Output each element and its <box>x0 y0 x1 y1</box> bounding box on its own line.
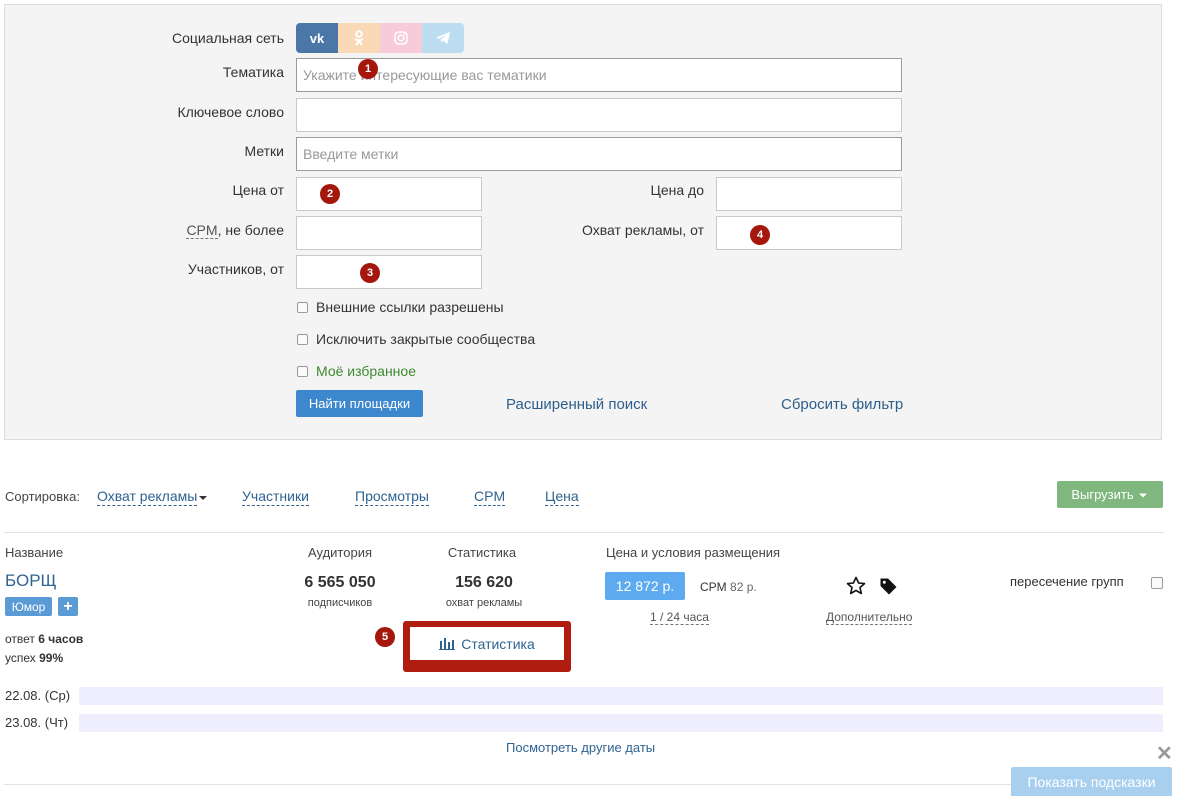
annotation-badge-3: 3 <box>360 263 380 283</box>
plus-icon: + <box>63 597 73 615</box>
favorites-label: Моё избранное <box>316 363 416 379</box>
annotation-badge-4: 4 <box>750 225 770 245</box>
divider <box>4 784 1164 785</box>
topic-input[interactable] <box>296 58 902 92</box>
reach-input[interactable] <box>716 216 902 250</box>
sort-price[interactable]: Цена <box>545 488 579 506</box>
column-price-header: Цена и условия размещения <box>606 545 781 560</box>
cpm-input[interactable] <box>296 216 482 250</box>
telegram-icon <box>436 32 450 44</box>
category-tag[interactable]: Юмор <box>5 597 52 616</box>
add-tag-button[interactable]: + <box>58 597 78 616</box>
social-network-label: Социальная сеть <box>172 30 284 46</box>
annotation-badge-2: 2 <box>320 184 340 204</box>
advanced-search-link[interactable]: Расширенный поиск <box>506 396 647 413</box>
date-timeline-bar <box>79 714 1163 732</box>
more-link[interactable]: Дополнительно <box>826 610 913 625</box>
statistics-button[interactable]: Статистика <box>410 627 564 660</box>
exclude-closed-label: Исключить закрытые сообщества <box>316 331 536 347</box>
find-button[interactable]: Найти площадки <box>296 390 423 417</box>
period-link[interactable]: 1 / 24 часа <box>650 610 709 625</box>
cpm-info: CPM 82 р. <box>700 580 757 594</box>
cpm-value: 82 р. <box>730 580 757 594</box>
exclude-closed-checkbox[interactable] <box>297 334 308 345</box>
instagram-icon <box>394 31 408 45</box>
vk-icon: vk <box>309 30 325 46</box>
show-hints-button[interactable]: Показать подсказки <box>1011 767 1172 796</box>
sort-members[interactable]: Участники <box>242 488 309 506</box>
price-to-label: Цена до <box>650 182 704 198</box>
instagram-button[interactable] <box>380 23 422 53</box>
cpm-label-rest: , не более <box>217 222 284 238</box>
column-name-header: Название <box>5 545 64 560</box>
tags-label: Метки <box>244 143 285 159</box>
sort-views[interactable]: Просмотры <box>355 488 429 506</box>
other-dates-link[interactable]: Посмотреть другие даты <box>506 740 655 755</box>
tags-input[interactable] <box>296 137 902 171</box>
sorting-label: Сортировка: <box>5 489 80 504</box>
result-title-link[interactable]: БОРЩ <box>5 571 56 591</box>
favorites-checkbox[interactable] <box>297 366 308 377</box>
export-button-label: Выгрузить <box>1071 487 1134 502</box>
reach-value: 156 620 <box>455 574 513 591</box>
sort-reach-label: Охват рекламы <box>97 488 198 506</box>
date-label: 22.08. (Ср) <box>5 688 71 703</box>
price-to-input[interactable] <box>716 177 902 211</box>
annotation-badge-1: 1 <box>358 59 378 79</box>
bar-chart-icon <box>439 638 456 650</box>
success-value: 99% <box>39 651 64 665</box>
audience-value: 6 565 050 <box>304 574 376 591</box>
response-prefix: ответ <box>5 632 35 646</box>
cpm-prefix: CPM <box>700 580 727 594</box>
topic-label: Тематика <box>222 64 284 80</box>
caret-down-icon <box>1138 493 1147 497</box>
response-time: ответ 6 часов <box>5 632 83 646</box>
annotation-badge-5: 5 <box>375 627 395 647</box>
cpm-label: CPM, не более <box>84 222 284 239</box>
cpm-abbr[interactable]: CPM <box>186 222 218 239</box>
reset-filter-link[interactable]: Сбросить фильтр <box>781 396 903 413</box>
sort-cpm[interactable]: CPM <box>474 488 506 506</box>
members-input[interactable] <box>296 255 482 289</box>
statistics-button-label: Статистика <box>461 635 535 652</box>
export-button[interactable]: Выгрузить <box>1057 481 1163 508</box>
external-links-checkbox[interactable] <box>297 302 308 313</box>
date-timeline-bar <box>79 687 1163 705</box>
members-label: Участников, от <box>187 261 284 277</box>
tag-icon[interactable] <box>879 577 898 599</box>
reach-unit: охват рекламы <box>445 597 523 609</box>
price-badge[interactable]: 12 872 р. <box>605 572 685 600</box>
sort-reach[interactable]: Охват рекламы <box>97 488 209 506</box>
external-links-label: Внешние ссылки разрешены <box>316 299 504 315</box>
intersection-checkbox[interactable] <box>1151 577 1163 589</box>
keyword-label: Ключевое слово <box>177 104 284 120</box>
ok-button[interactable] <box>338 23 380 53</box>
telegram-button[interactable] <box>422 23 464 53</box>
success-prefix: успех <box>5 651 36 665</box>
column-stats-header: Статистика <box>447 545 517 560</box>
success-rate: успех 99% <box>5 651 63 665</box>
odnoklassniki-icon <box>354 30 364 46</box>
date-label: 23.08. (Чт) <box>5 715 69 730</box>
caret-down-icon <box>199 496 208 500</box>
audience-unit: подписчиков <box>307 597 373 609</box>
divider <box>4 532 1164 533</box>
vk-button[interactable]: vk <box>296 23 338 53</box>
price-from-label: Цена от <box>232 182 284 198</box>
reach-label: Охват рекламы, от <box>582 222 704 238</box>
response-value: 6 часов <box>38 632 84 646</box>
keyword-input[interactable] <box>296 98 902 132</box>
favorite-star-icon[interactable] <box>846 576 866 599</box>
column-audience-header: Аудитория <box>307 545 372 560</box>
intersection-label: пересечение групп <box>1010 574 1124 589</box>
close-icon[interactable]: ✕ <box>1156 741 1173 766</box>
